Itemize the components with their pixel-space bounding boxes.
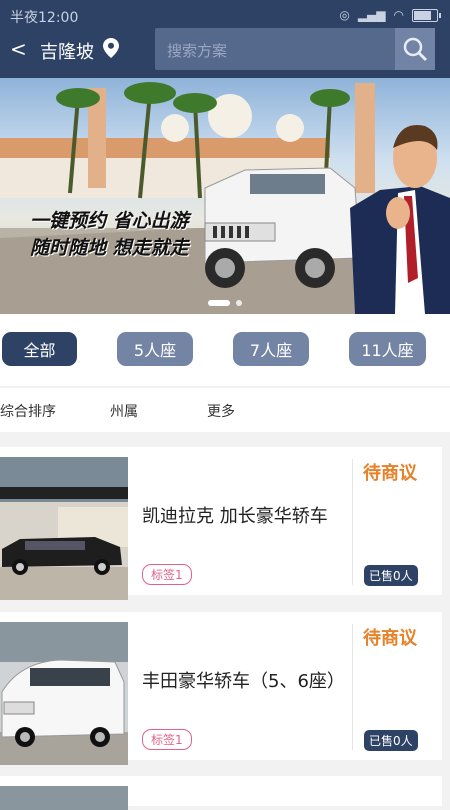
slogan-line-1: 一键预约 省心出游 bbox=[30, 210, 189, 232]
alarm-icon: ◎ bbox=[339, 8, 350, 22]
sort-bar: 综合排序 州属 更多 bbox=[0, 387, 450, 432]
battery-icon bbox=[412, 8, 441, 22]
status-icons: ◎ ▂▄▆ ◠ bbox=[339, 8, 441, 22]
status-bar: 半夜12:00 ◎ ▂▄▆ ◠ bbox=[0, 0, 450, 28]
sort-state[interactable]: 州属 bbox=[110, 401, 138, 421]
car-thumbnail bbox=[0, 457, 128, 600]
app-header: 半夜12:00 ◎ ▂▄▆ ◠ < 吉隆坡 搜索方案 bbox=[0, 0, 450, 78]
car-card[interactable]: 凯迪拉克 加长豪华轿车 标签1 待商议 已售0人 bbox=[0, 447, 442, 600]
wifi-icon: ◠ bbox=[393, 8, 404, 22]
signal-icon: ▂▄▆ bbox=[357, 8, 386, 22]
card-divider bbox=[352, 624, 353, 750]
carousel-indicator bbox=[208, 300, 242, 306]
carousel-dot-active[interactable] bbox=[208, 300, 230, 306]
card-divider bbox=[352, 459, 353, 585]
sort-comprehensive[interactable]: 综合排序 bbox=[0, 401, 56, 421]
car-tag-badge: 标签1 bbox=[142, 729, 192, 750]
sold-count-badge: 已售0人 bbox=[364, 730, 418, 751]
car-name: 丰田豪华轿车（5、6座） bbox=[142, 671, 345, 692]
filter-chip-7-seat[interactable]: 7人座 bbox=[233, 332, 309, 366]
search-placeholder: 搜索方案 bbox=[167, 42, 228, 60]
slogan-line-2: 随时随地 想走就走 bbox=[30, 237, 189, 259]
car-thumbnail bbox=[0, 786, 128, 810]
seat-filter-bar: 全部 5人座 7人座 11人座 bbox=[0, 314, 450, 386]
car-thumbnail bbox=[0, 622, 128, 765]
filter-chip-11-seat[interactable]: 11人座 bbox=[349, 332, 426, 366]
filter-chip-5-seat[interactable]: 5人座 bbox=[117, 332, 193, 366]
sort-more[interactable]: 更多 bbox=[207, 401, 235, 421]
status-time: 半夜12:00 bbox=[10, 10, 79, 26]
filter-chip-all[interactable]: 全部 bbox=[2, 332, 77, 366]
car-price: 待商议 bbox=[363, 628, 417, 649]
search-icon bbox=[403, 37, 428, 62]
car-tag-badge: 标签1 bbox=[142, 564, 192, 585]
location-pin-icon[interactable] bbox=[103, 38, 119, 58]
back-arrow-icon[interactable]: < bbox=[10, 37, 27, 61]
car-name: 凯迪拉克 加长豪华轿车 bbox=[142, 506, 328, 527]
banner-image bbox=[0, 82, 450, 314]
carousel-dot[interactable] bbox=[236, 300, 242, 306]
search-input[interactable]: 搜索方案 bbox=[155, 28, 435, 70]
car-card-partial[interactable] bbox=[0, 776, 442, 810]
car-card[interactable]: 丰田豪华轿车（5、6座） 标签1 待商议 已售0人 bbox=[0, 612, 442, 765]
sold-count-badge: 已售0人 bbox=[364, 565, 418, 586]
car-price: 待商议 bbox=[363, 463, 417, 484]
city-selector[interactable]: 吉隆坡 bbox=[40, 38, 94, 64]
search-button[interactable] bbox=[395, 28, 435, 70]
promo-banner[interactable]: 一键预约 省心出游 随时随地 想走就走 bbox=[0, 78, 450, 314]
banner-slogan: 一键预约 省心出游 随时随地 想走就走 bbox=[30, 208, 189, 262]
